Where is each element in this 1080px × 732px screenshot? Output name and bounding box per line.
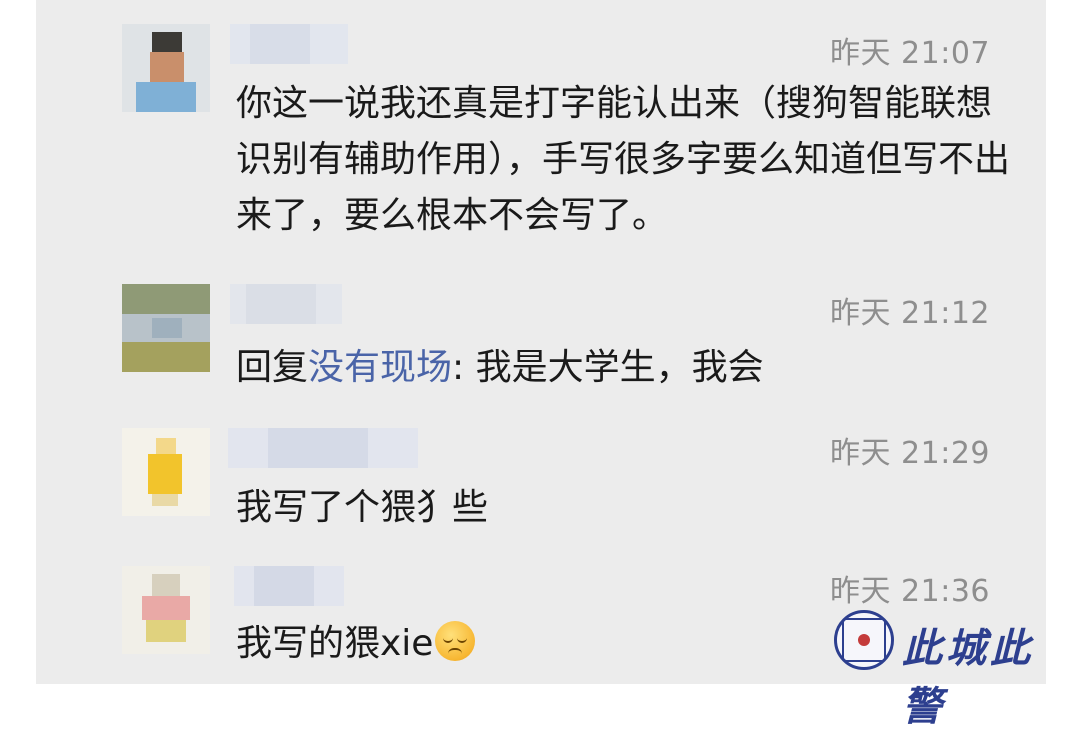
user-avatar[interactable] [122, 566, 210, 654]
reply-body: : 我是大学生，我会 [452, 347, 764, 388]
user-avatar[interactable] [122, 284, 210, 372]
police-seal-icon [834, 610, 894, 670]
comment-timestamp: 昨天 21:12 [830, 296, 990, 331]
comment-timestamp: 昨天 21:29 [830, 436, 990, 471]
comment-timestamp: 昨天 21:07 [830, 36, 990, 71]
watermark-text: 此城此警 [902, 625, 1034, 730]
comment-text: 我写了个猥犭些 [236, 487, 489, 528]
comment-text: 你这一说我还真是打字能认出来（搜狗智能联想识别有辅助作用），手写很多字要么知道但… [236, 83, 1011, 236]
comment-text: 回复没有现场: 我是大学生，我会 [236, 340, 1016, 396]
username-blurred[interactable] [228, 428, 418, 468]
pensive-face-emoji-icon [435, 621, 476, 661]
username-blurred[interactable] [234, 566, 344, 606]
username-blurred[interactable] [230, 284, 342, 324]
comment-list: 昨天 21:07 你这一说我还真是打字能认出来（搜狗智能联想识别有辅助作用），手… [36, 0, 1046, 684]
reply-prefix: 回复 [236, 347, 309, 388]
user-avatar[interactable] [122, 24, 210, 112]
mention-link[interactable]: 没有现场 [308, 347, 452, 388]
comment-body: 我写的猥xie [236, 623, 434, 664]
comment-timestamp: 昨天 21:36 [830, 574, 990, 609]
user-avatar[interactable] [122, 428, 210, 516]
watermark: 此城此警 [834, 608, 1074, 730]
username-blurred[interactable] [230, 24, 348, 64]
